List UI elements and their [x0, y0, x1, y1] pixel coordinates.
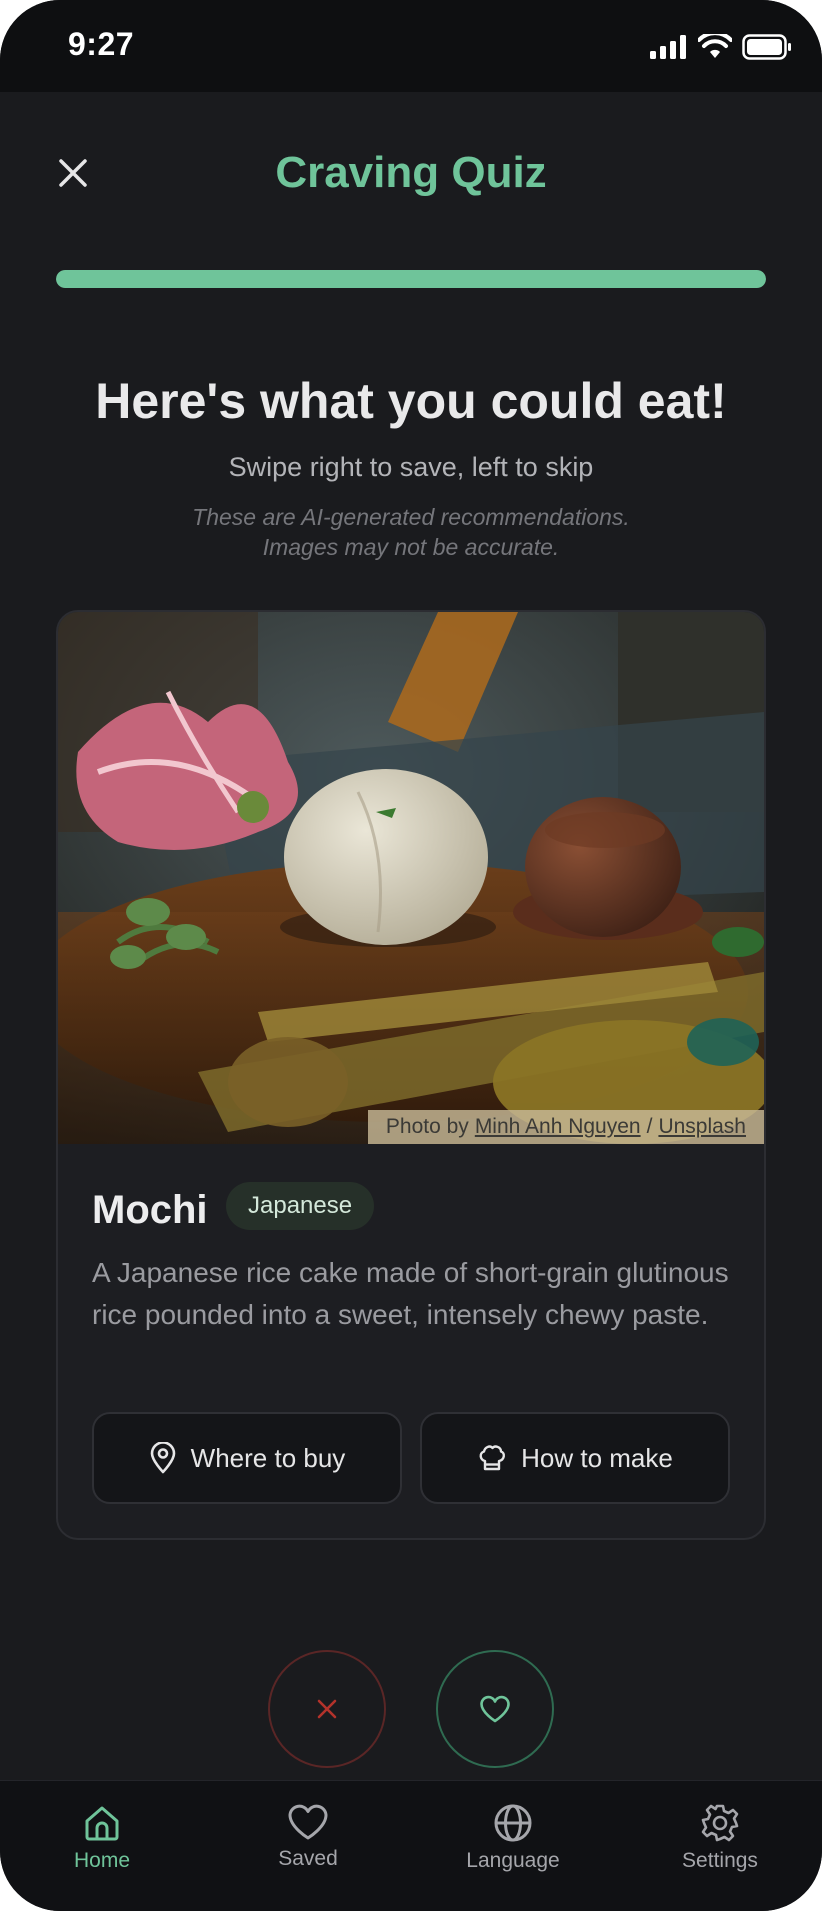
page-title: Craving Quiz: [275, 148, 547, 197]
cellular-signal-icon: [650, 35, 686, 59]
save-button[interactable]: [436, 1650, 554, 1768]
food-photo: Photo by Minh Anh Nguyen / Unsplash: [58, 612, 764, 1144]
tab-language-label: Language: [466, 1849, 560, 1872]
how-to-make-label: How to make: [521, 1442, 673, 1473]
tab-settings-label: Settings: [682, 1849, 758, 1872]
bottom-tab-bar: Home Saved Language Settings: [0, 1780, 822, 1911]
quiz-progress-fill: [56, 270, 766, 288]
photo-credit: Photo by Minh Anh Nguyen / Unsplash: [367, 1110, 764, 1144]
globe-icon: [494, 1804, 532, 1842]
heart-icon: [480, 1695, 510, 1723]
skip-x-icon: [317, 1699, 337, 1719]
quiz-progress-bar: [56, 270, 766, 288]
where-to-buy-label: Where to buy: [190, 1442, 346, 1473]
cuisine-badge: Japanese: [226, 1182, 375, 1230]
battery-icon: [742, 34, 791, 60]
home-icon: [85, 1806, 119, 1841]
how-to-make-button[interactable]: How to make: [420, 1412, 730, 1504]
tab-settings[interactable]: Settings: [645, 1803, 795, 1873]
tab-home[interactable]: Home: [27, 1803, 177, 1873]
ai-disclaimer: These are AI-generated recommendations. …: [0, 502, 822, 562]
tab-saved-label: Saved: [278, 1847, 338, 1870]
swipe-instructions: Swipe right to save, left to skip: [228, 452, 594, 482]
tab-saved[interactable]: Saved: [233, 1803, 383, 1871]
status-icons: [650, 34, 792, 60]
status-time: 9:27: [68, 26, 135, 62]
disclaimer-line-2: Images may not be accurate.: [262, 534, 560, 560]
tab-home-label: Home: [73, 1849, 131, 1872]
chef-hat-icon: [479, 1445, 506, 1471]
where-to-buy-button[interactable]: Where to buy: [92, 1412, 402, 1504]
photo-author-link[interactable]: Minh Anh Nguyen: [475, 1115, 641, 1139]
results-headline: Here's what you could eat!: [95, 373, 727, 429]
food-recommendation-card[interactable]: Photo by Minh Anh Nguyen / Unsplash Moch…: [56, 610, 766, 1540]
map-pin-icon: [150, 1442, 175, 1474]
dish-description: A Japanese rice cake made of short-grain…: [92, 1257, 729, 1330]
photo-credit-separator: /: [646, 1115, 653, 1138]
dish-name: Mochi: [92, 1188, 208, 1232]
phone-screen: 9:27 Craving Quiz Here's what you could …: [0, 0, 822, 1911]
heart-icon: [288, 1804, 328, 1840]
wifi-icon: [698, 34, 732, 58]
gear-icon: [701, 1804, 739, 1842]
photo-source-link[interactable]: Unsplash: [658, 1115, 746, 1139]
status-bar: 9:27: [0, 0, 822, 92]
skip-button[interactable]: [268, 1650, 386, 1768]
disclaimer-line-1: These are AI-generated recommendations.: [192, 504, 630, 530]
tab-language[interactable]: Language: [438, 1803, 588, 1873]
photo-credit-prefix: Photo by: [385, 1115, 469, 1138]
